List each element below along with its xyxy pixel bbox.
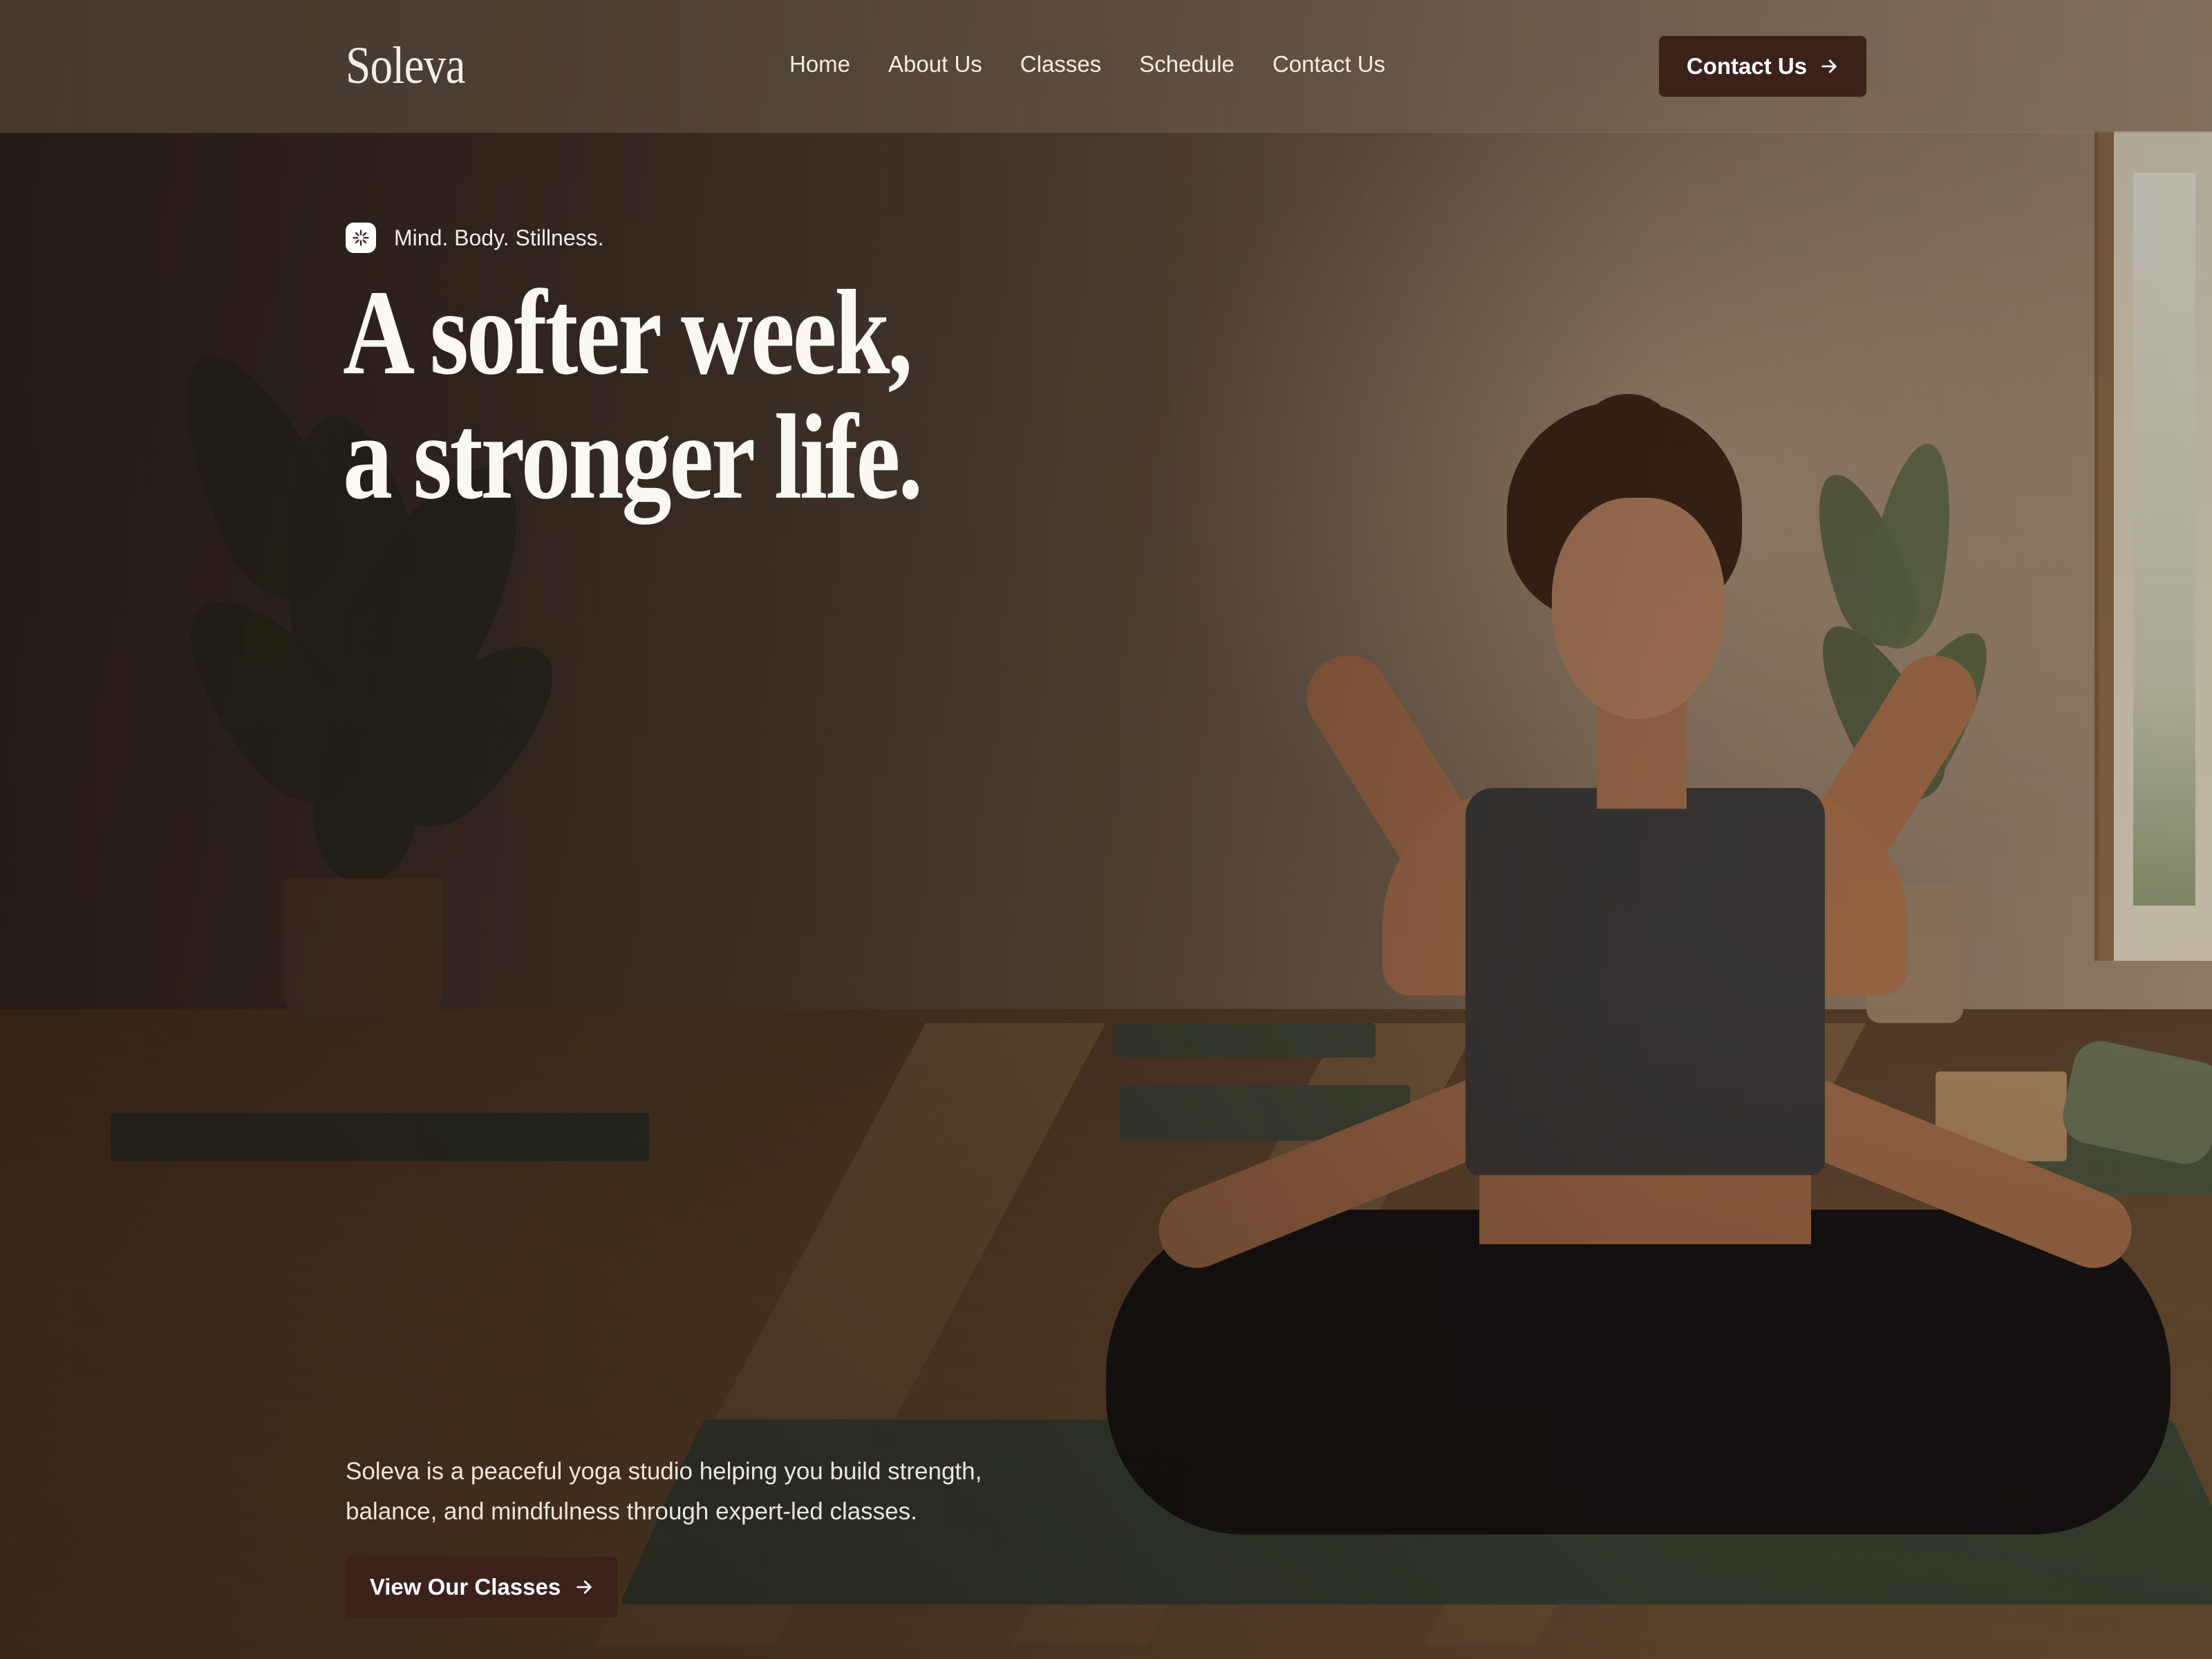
arrow-right-icon [1819, 57, 1839, 76]
contact-us-button-label: Contact Us [1686, 53, 1808, 79]
arrow-right-icon [574, 1577, 594, 1597]
tagline-badge: Mind. Body. Stillness. [346, 223, 604, 253]
nav-item-schedule[interactable]: Schedule [1139, 51, 1235, 77]
hero-headline: A softer week, a stronger life. [343, 265, 923, 525]
nav-item-classes[interactable]: Classes [1020, 51, 1101, 77]
view-classes-button-label: View Our Classes [369, 1574, 561, 1600]
sparkle-icon [346, 223, 376, 253]
main-nav: Home About Us Classes Schedule Contact U… [789, 51, 1385, 77]
contact-us-button[interactable]: Contact Us [1659, 36, 1866, 97]
hero-headline-line: a stronger life. [343, 390, 923, 525]
logo[interactable]: Soleva [346, 36, 466, 96]
hero-overlay [0, 0, 2212, 1659]
nav-item-about-us[interactable]: About Us [888, 51, 982, 77]
hero-headline-line: A softer week, [343, 265, 912, 400]
tagline-text: Mind. Body. Stillness. [394, 225, 604, 250]
nav-item-home[interactable]: Home [789, 51, 850, 77]
site-header: Soleva Home About Us Classes Schedule Co… [0, 0, 2212, 133]
hero-description-line: Soleva is a peaceful yoga studio helping… [346, 1458, 982, 1485]
hero-description: Soleva is a peaceful yoga studio helping… [346, 1452, 1051, 1532]
hero-description-line: balance, and mindfulness through expert-… [346, 1498, 917, 1525]
hero-background-image [0, 0, 2212, 1659]
nav-item-contact-us[interactable]: Contact Us [1273, 51, 1385, 77]
view-classes-button[interactable]: View Our Classes [346, 1557, 618, 1618]
